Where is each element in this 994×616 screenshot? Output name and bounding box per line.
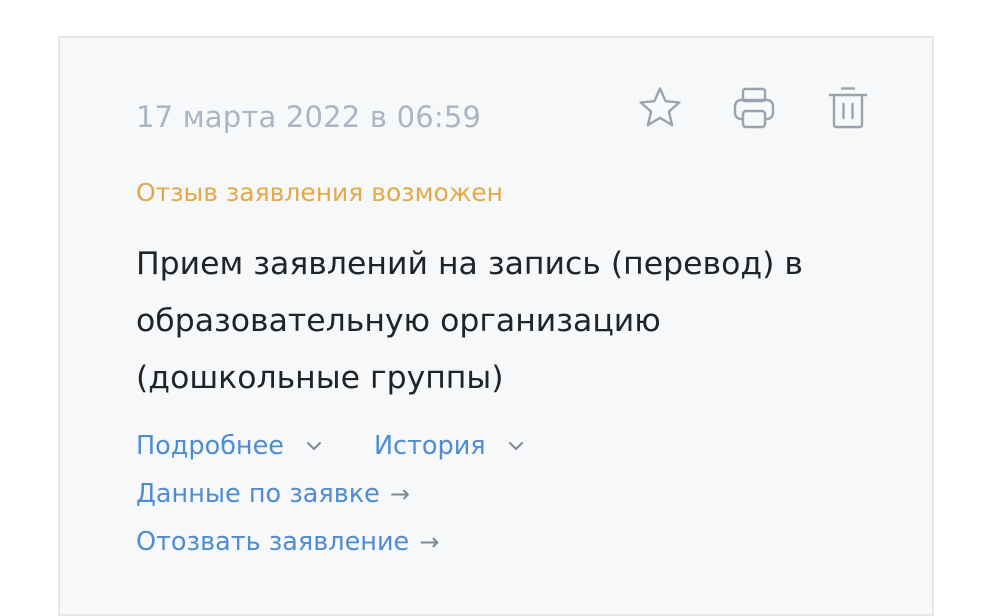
print-button[interactable]	[728, 82, 780, 134]
application-date: 17 марта 2022 в 06:59	[136, 100, 482, 134]
service-title: Прием заявлений на запись (перевод) в об…	[136, 246, 803, 396]
arrow-right-icon: →	[389, 480, 410, 508]
delete-button[interactable]	[822, 82, 874, 134]
favorite-button[interactable]	[634, 82, 686, 134]
withdrawal-status: Отзыв заявления возможен	[136, 178, 504, 207]
star-icon	[639, 87, 681, 127]
trash-icon	[828, 87, 868, 129]
card-actions-toolbar	[634, 82, 916, 134]
details-label: Подробнее	[136, 431, 284, 461]
withdraw-label: Отозвать заявление	[136, 527, 410, 557]
withdraw-application-link[interactable]: Отозвать заявление →	[136, 527, 439, 557]
card-links: Подробнее История Данные по заявке → Ото…	[136, 428, 524, 560]
history-label: История	[373, 431, 486, 461]
history-toggle[interactable]: История	[374, 431, 524, 461]
printer-icon	[733, 87, 775, 129]
chevron-down-icon	[508, 442, 523, 450]
application-card: 17 марта 2022 в 06:59 Отзыв заявления во…	[58, 36, 934, 616]
application-data-label: Данные по заявке	[136, 479, 380, 509]
arrow-right-icon: →	[419, 528, 440, 556]
application-data-link[interactable]: Данные по заявке →	[136, 479, 410, 509]
chevron-down-icon	[306, 442, 321, 450]
details-toggle[interactable]: Подробнее	[136, 431, 322, 461]
